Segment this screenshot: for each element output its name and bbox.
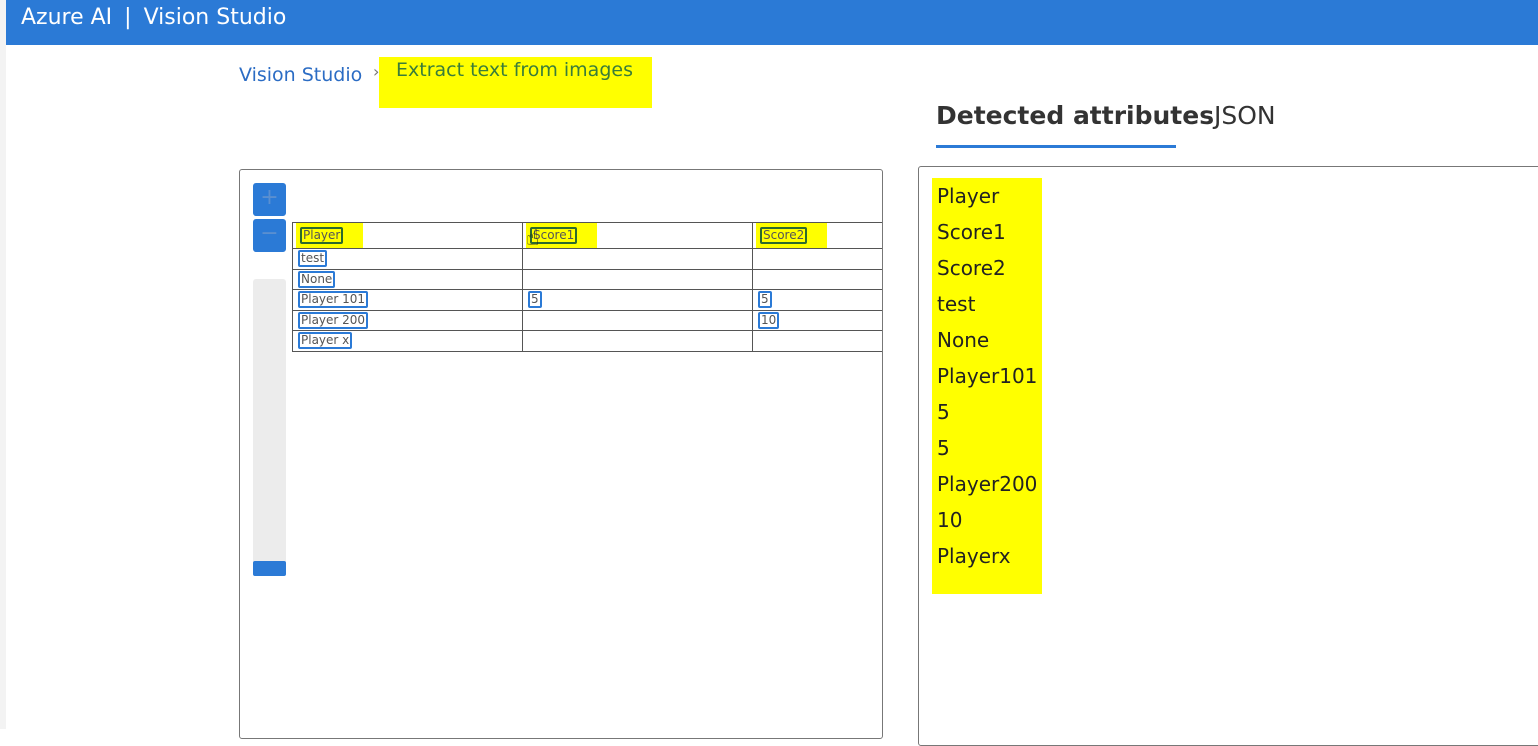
zoom-out-button[interactable]: − bbox=[253, 219, 286, 252]
detected-word[interactable]: 10 bbox=[758, 311, 780, 329]
document-table: Player Score1 Score2 test None Player 10… bbox=[292, 222, 882, 352]
table-cell: 5 bbox=[752, 289, 882, 311]
detected-word[interactable]: Player 101 bbox=[298, 291, 369, 309]
table-row: Player 101 5 5 bbox=[292, 289, 882, 311]
left-edge-strip bbox=[0, 0, 6, 729]
result-line: 5 bbox=[937, 436, 950, 460]
result-line: Playerx bbox=[937, 544, 1011, 568]
brand-name[interactable]: Azure AI bbox=[21, 5, 112, 30]
zoom-slider-track[interactable] bbox=[253, 279, 286, 569]
result-line: 10 bbox=[937, 508, 963, 532]
word-highlight: Player bbox=[296, 223, 364, 248]
table-cell bbox=[752, 248, 882, 270]
detected-word[interactable]: None bbox=[298, 270, 336, 288]
result-line: 5 bbox=[937, 400, 950, 424]
hand-cursor-icon: ☝ bbox=[526, 226, 540, 251]
table-cell bbox=[752, 330, 882, 352]
table-cell bbox=[522, 330, 753, 352]
table-cell bbox=[522, 309, 753, 331]
table-cell bbox=[522, 248, 753, 270]
detected-attributes-panel: Player Score1 Score2 test None Player101… bbox=[918, 166, 1538, 746]
detected-word[interactable]: 5 bbox=[758, 291, 772, 309]
tab-json[interactable]: JSON bbox=[1214, 96, 1276, 148]
table-row: Player 200 10 bbox=[292, 309, 882, 331]
table-cell: None bbox=[292, 268, 523, 290]
word-highlight: Score2 bbox=[756, 223, 828, 248]
detected-word[interactable]: Player 200 bbox=[298, 311, 369, 329]
product-name[interactable]: Vision Studio bbox=[144, 5, 287, 30]
image-viewer: + − Player Score1 Score2 test None Playe… bbox=[239, 169, 883, 739]
app-header: Azure AI | Vision Studio bbox=[6, 0, 1538, 45]
detected-word[interactable]: Player bbox=[300, 227, 344, 244]
detected-word[interactable]: test bbox=[298, 250, 328, 268]
detected-word[interactable]: 5 bbox=[528, 291, 542, 309]
table-row: Player Score1 Score2 bbox=[292, 222, 882, 249]
detected-word[interactable]: Score2 bbox=[760, 227, 808, 244]
result-line: Score1 bbox=[937, 220, 1006, 244]
table-cell bbox=[752, 268, 882, 290]
breadcrumb-home-link[interactable]: Vision Studio bbox=[239, 64, 362, 86]
table-row: None bbox=[292, 268, 882, 290]
result-tabs: Detected attributes JSON bbox=[918, 96, 1538, 150]
table-cell: Player bbox=[292, 222, 523, 249]
table-row: Player x bbox=[292, 330, 882, 352]
tab-detected-attributes[interactable]: Detected attributes bbox=[936, 96, 1214, 148]
result-line: Player bbox=[937, 184, 1000, 208]
breadcrumb-current: Extract text from images bbox=[379, 57, 652, 108]
result-line: test bbox=[937, 292, 976, 316]
table-cell: 10 bbox=[752, 309, 882, 331]
table-cell: Score2 bbox=[752, 222, 882, 249]
zoom-in-button[interactable]: + bbox=[253, 183, 286, 216]
table-cell: 5 bbox=[522, 289, 753, 311]
table-cell: Player 200 bbox=[292, 309, 523, 331]
detected-word[interactable]: Player x bbox=[298, 332, 353, 350]
table-row: test bbox=[292, 248, 882, 270]
result-line: Player200 bbox=[937, 472, 1038, 496]
table-cell: Player 101 bbox=[292, 289, 523, 311]
table-cell: Player x bbox=[292, 330, 523, 352]
result-line: Score2 bbox=[937, 256, 1006, 280]
table-cell: test bbox=[292, 248, 523, 270]
result-line: Player101 bbox=[937, 364, 1038, 388]
table-cell: Score1 bbox=[522, 222, 753, 249]
result-line: None bbox=[937, 328, 990, 352]
header-separator: | bbox=[124, 5, 132, 30]
zoom-slider-thumb[interactable] bbox=[253, 561, 286, 576]
table-cell bbox=[522, 268, 753, 290]
